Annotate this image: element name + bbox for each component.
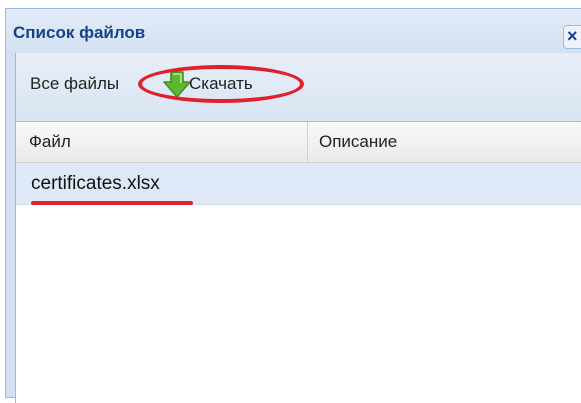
file-list-window: Список файлов × Все файлы Скачать Файл О… (5, 8, 581, 403)
column-header-description-label: Описание (319, 132, 398, 151)
annotation-underline (31, 201, 193, 205)
close-icon: × (567, 26, 578, 46)
toolbar: Все файлы Скачать (16, 53, 581, 122)
file-list-panel: Все файлы Скачать Файл Описание certific… (15, 53, 581, 403)
column-header-file[interactable]: Файл (16, 122, 308, 162)
annotation-circle (138, 65, 304, 103)
column-header-file-label: Файл (29, 132, 71, 151)
all-files-button[interactable]: Все файлы (30, 74, 119, 94)
column-header-description[interactable]: Описание (308, 122, 581, 162)
window-title: Список файлов (13, 23, 146, 42)
grid-header: Файл Описание (16, 122, 581, 163)
window-titlebar: Список файлов × (6, 9, 581, 53)
table-row[interactable]: certificates.xlsx (16, 163, 581, 205)
file-name-cell[interactable]: certificates.xlsx (31, 173, 160, 195)
close-button[interactable]: × (563, 25, 581, 49)
